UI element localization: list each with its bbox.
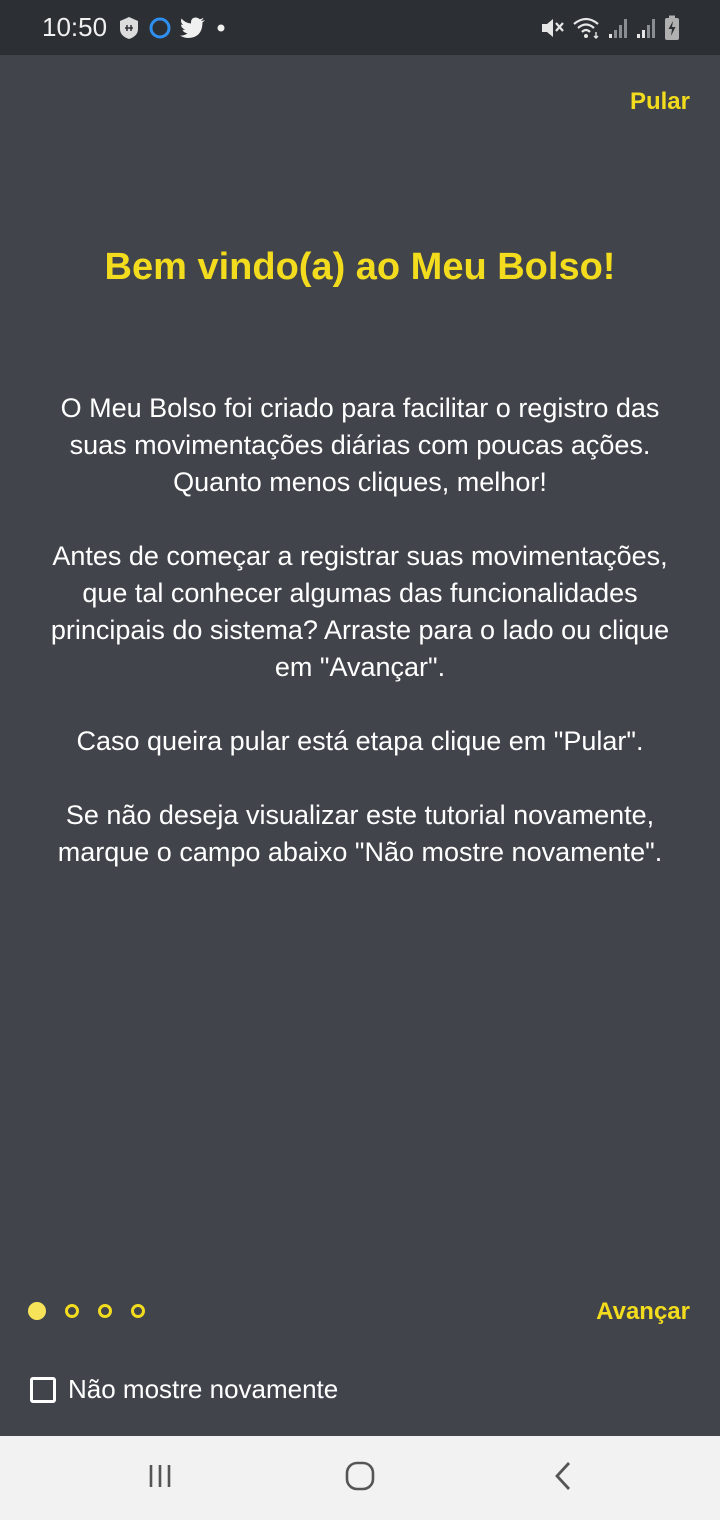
skip-button[interactable]: Pular	[630, 88, 690, 116]
recent-apps-button[interactable]	[140, 1458, 180, 1498]
skip-hint-paragraph: Caso queira pular está etapa clique em "…	[76, 726, 644, 756]
dot-icon	[214, 21, 228, 35]
page-dot[interactable]	[131, 1304, 145, 1318]
home-icon	[344, 1460, 376, 1497]
page-dot-active[interactable]	[28, 1302, 46, 1320]
intro-paragraph: O Meu Bolso foi criado para facilitar o …	[60, 393, 660, 497]
page-dot[interactable]	[98, 1304, 112, 1318]
page-indicator	[28, 1302, 145, 1320]
onboarding-description: O Meu Bolso foi criado para facilitar o …	[30, 390, 690, 908]
signal-icon	[608, 16, 630, 40]
wifi-icon	[572, 16, 602, 40]
status-time: 10:50	[42, 12, 108, 42]
back-icon	[551, 1460, 575, 1497]
circle-ring-icon	[148, 16, 172, 40]
page-title: Bem vindo(a) ao Meu Bolso!	[104, 246, 616, 288]
status-bar: 10:50	[0, 0, 720, 55]
dont-show-again-label: Não mostre novamente	[68, 1374, 339, 1404]
dont-show-hint-paragraph: Se não deseja visualizar este tutorial n…	[57, 800, 663, 867]
shield-app-icon	[118, 16, 140, 40]
home-button[interactable]	[340, 1458, 380, 1498]
twitter-icon	[180, 17, 206, 39]
back-button[interactable]	[543, 1458, 583, 1498]
next-button[interactable]: Avançar	[596, 1298, 690, 1326]
status-left-icons	[118, 14, 228, 42]
features-paragraph: Antes de começar a registrar suas movime…	[50, 541, 670, 682]
page-dot[interactable]	[65, 1304, 79, 1318]
status-right-icons	[540, 14, 680, 42]
navigation-bar	[0, 1436, 720, 1520]
mute-icon	[540, 16, 566, 40]
recent-apps-icon	[145, 1462, 175, 1495]
dont-show-again-checkbox[interactable]	[30, 1376, 56, 1403]
battery-charging-icon	[664, 15, 680, 41]
signal-icon	[636, 16, 658, 40]
dont-show-again-option[interactable]: Não mostre novamente	[30, 1374, 338, 1405]
